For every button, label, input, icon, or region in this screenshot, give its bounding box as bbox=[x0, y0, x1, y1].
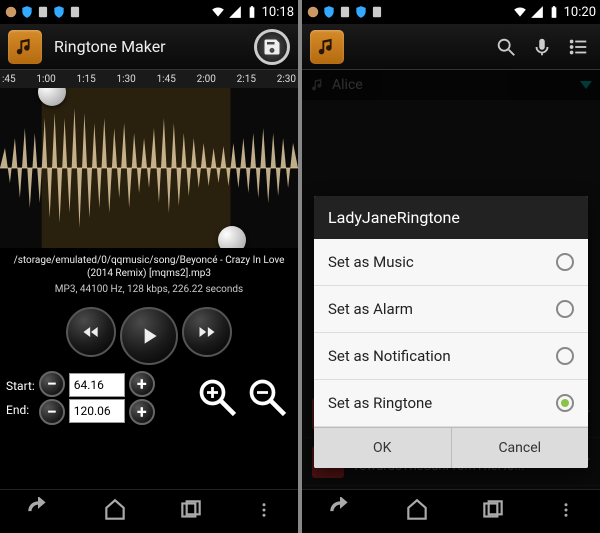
app-header bbox=[302, 24, 600, 70]
app-title: Ringtone Maker bbox=[54, 37, 166, 56]
radio-icon bbox=[556, 253, 574, 271]
globe-icon bbox=[4, 5, 18, 19]
save-button[interactable] bbox=[254, 29, 290, 65]
option-label: Set as Music bbox=[328, 253, 414, 271]
option-label: Set as Ringtone bbox=[328, 394, 432, 412]
shield-icon bbox=[354, 5, 368, 19]
ruler-tick: 2:15 bbox=[237, 74, 256, 85]
end-plus-button[interactable]: + bbox=[129, 399, 155, 425]
menu-icon[interactable] bbox=[557, 501, 575, 523]
app-icon bbox=[68, 5, 82, 19]
radio-icon bbox=[556, 347, 574, 365]
file-path: /storage/emulated/0/qqmusic/song/Beyoncé… bbox=[0, 248, 298, 282]
start-label: Start: bbox=[6, 379, 35, 393]
app-logo-icon bbox=[8, 30, 42, 64]
status-bar: 10:20 bbox=[302, 0, 600, 24]
option-label: Set as Alarm bbox=[328, 300, 413, 318]
shield-icon bbox=[52, 5, 66, 19]
zoom-in-button[interactable] bbox=[194, 374, 242, 422]
dialog-title: LadyJaneRingtone bbox=[314, 196, 588, 239]
search-text: Alice bbox=[332, 77, 363, 93]
recent-icon[interactable] bbox=[480, 497, 506, 527]
status-time: 10:20 bbox=[564, 5, 596, 20]
signal-icon bbox=[228, 5, 242, 19]
play-button[interactable] bbox=[120, 307, 178, 365]
ok-button[interactable]: OK bbox=[314, 428, 452, 468]
ruler-tick: :45 bbox=[2, 74, 16, 85]
forward-button[interactable] bbox=[182, 307, 232, 357]
end-minus-button[interactable]: − bbox=[39, 399, 65, 425]
wifi-icon bbox=[513, 5, 527, 19]
app-icon bbox=[370, 5, 384, 19]
ruler-tick: 2:30 bbox=[277, 74, 296, 85]
waveform-display[interactable] bbox=[0, 88, 298, 248]
option-ringtone[interactable]: Set as Ringtone bbox=[314, 380, 588, 427]
shield-icon bbox=[322, 5, 336, 19]
ruler-tick: 1:00 bbox=[36, 74, 55, 85]
end-handle[interactable] bbox=[218, 226, 246, 248]
option-music[interactable]: Set as Music bbox=[314, 239, 588, 286]
time-controls: Start: End: − − + + bbox=[0, 371, 298, 429]
app-logo-icon bbox=[310, 30, 344, 64]
radio-icon bbox=[556, 300, 574, 318]
time-ruler: :45 1:00 1:15 1:30 1:45 2:00 2:15 2:30 bbox=[0, 70, 298, 88]
back-icon[interactable] bbox=[327, 497, 353, 527]
start-plus-button[interactable]: + bbox=[129, 371, 155, 397]
recent-icon[interactable] bbox=[178, 497, 204, 527]
nav-bar bbox=[302, 489, 600, 533]
search-row: Alice bbox=[302, 70, 600, 100]
nav-bar bbox=[0, 489, 298, 533]
battery-icon bbox=[245, 5, 259, 19]
note-icon bbox=[310, 77, 326, 93]
status-time: 10:18 bbox=[262, 5, 294, 20]
file-info: MP3, 44100 Hz, 128 kbps, 226.22 seconds bbox=[0, 282, 298, 301]
home-icon[interactable] bbox=[404, 497, 430, 527]
filepath-line2: (2014 Remix) [mqms2].mp3 bbox=[87, 268, 211, 279]
right-phone: 10:20 Alice <unknown> ringtonesSweetChil… bbox=[302, 0, 600, 533]
app-header: Ringtone Maker bbox=[0, 24, 298, 70]
zoom-out-button[interactable] bbox=[244, 374, 292, 422]
shield-icon bbox=[20, 5, 34, 19]
playback-controls bbox=[0, 301, 298, 371]
start-minus-button[interactable]: − bbox=[39, 371, 65, 397]
set-as-dialog: LadyJaneRingtone Set as Music Set as Ala… bbox=[314, 196, 588, 468]
wifi-icon bbox=[211, 5, 225, 19]
start-input[interactable] bbox=[69, 373, 125, 397]
mic-icon[interactable] bbox=[528, 33, 556, 61]
end-label: End: bbox=[6, 403, 35, 417]
ruler-tick: 1:45 bbox=[157, 74, 176, 85]
option-alarm[interactable]: Set as Alarm bbox=[314, 286, 588, 333]
option-notification[interactable]: Set as Notification bbox=[314, 333, 588, 380]
list-icon[interactable] bbox=[564, 33, 592, 61]
app-icon bbox=[36, 5, 50, 19]
app-icon bbox=[338, 5, 352, 19]
back-icon[interactable] bbox=[25, 497, 51, 527]
ruler-tick: 1:15 bbox=[76, 74, 95, 85]
radio-icon bbox=[556, 394, 574, 412]
left-phone: 10:18 Ringtone Maker :45 1:00 1:15 1:30 … bbox=[0, 0, 298, 533]
signal-icon bbox=[530, 5, 544, 19]
home-icon[interactable] bbox=[102, 497, 128, 527]
globe-icon bbox=[306, 5, 320, 19]
filepath-line1: /storage/emulated/0/qqmusic/song/Beyoncé… bbox=[14, 255, 285, 266]
search-icon[interactable] bbox=[492, 33, 520, 61]
ruler-tick: 1:30 bbox=[117, 74, 136, 85]
status-bar: 10:18 bbox=[0, 0, 298, 24]
song-list: <unknown> ringtonesSweetChildOMineNotifi… bbox=[302, 100, 600, 489]
dropdown-icon[interactable] bbox=[580, 81, 592, 89]
option-label: Set as Notification bbox=[328, 347, 451, 365]
ruler-tick: 2:00 bbox=[197, 74, 216, 85]
menu-icon[interactable] bbox=[255, 501, 273, 523]
rewind-button[interactable] bbox=[66, 307, 116, 357]
end-input[interactable] bbox=[69, 399, 125, 423]
cancel-button[interactable]: Cancel bbox=[452, 428, 589, 468]
battery-icon bbox=[547, 5, 561, 19]
